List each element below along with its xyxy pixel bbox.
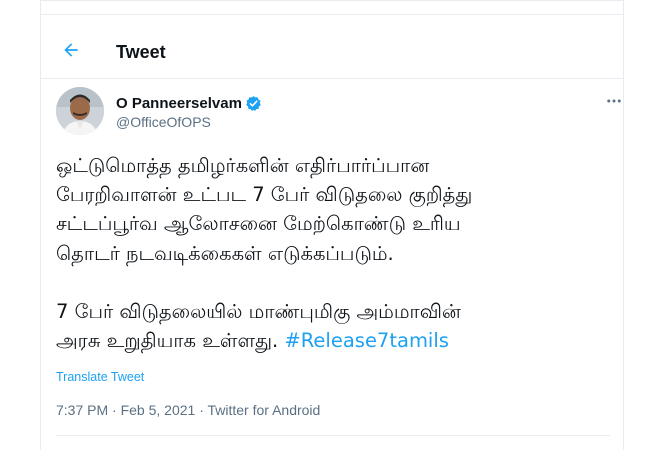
author-name[interactable]: O Panneerselvam: [116, 95, 262, 112]
hashtag-link[interactable]: #Release7tamils: [284, 329, 449, 352]
divider: [56, 435, 610, 436]
more-horizontal-icon: [605, 92, 623, 115]
tweet-text: ஒட்டுமொத்த தமிழர்களின் எதிர்பார்ப்பான பே…: [56, 151, 616, 355]
arrow-left-icon: [61, 40, 81, 65]
verified-badge-icon: [245, 95, 262, 112]
tweet-line: தொடர் நடவடிக்கைகள் எடுக்கப்படும்.: [56, 241, 394, 265]
tweet-line: பேரறிவாளன் உட்பட 7 பேர் விடுதலை குறித்து: [56, 183, 473, 207]
tweet-column: Tweet O Panneerselvam @OfficeOfOPS ஒட்டு…: [40, 0, 624, 450]
tweet-timestamp[interactable]: 7:37 PM · Feb 5, 2021 · Twitter for Andr…: [56, 402, 320, 418]
translate-tweet-link[interactable]: Translate Tweet: [56, 370, 144, 384]
page-title: Tweet: [116, 42, 166, 62]
tweet-header: Tweet: [41, 15, 623, 79]
top-strip: [41, 1, 623, 15]
author-name-text: O Panneerselvam: [116, 95, 242, 112]
more-button[interactable]: [604, 93, 624, 113]
tweet-line: சட்டப்பூர்வ ஆலோசனை மேற்கொண்டு உரிய: [56, 212, 461, 236]
tweet-line-last: அரசு உறுதியாக உள்ளது. #Release7tamils: [56, 326, 616, 355]
tweet-line: ஒட்டுமொத்த தமிழர்களின் எதிர்பார்ப்பான: [56, 154, 430, 177]
page: Tweet O Panneerselvam @OfficeOfOPS ஒட்டு…: [0, 0, 650, 450]
author-handle[interactable]: @OfficeOfOPS: [116, 114, 211, 130]
avatar[interactable]: [56, 87, 104, 135]
back-button[interactable]: [54, 35, 88, 69]
tweet-line-text: அரசு உறுதியாக உள்ளது.: [56, 329, 285, 353]
tweet-line: 7 பேர் விடுதலையில் மாண்புமிகு அம்மாவின்: [56, 299, 461, 323]
